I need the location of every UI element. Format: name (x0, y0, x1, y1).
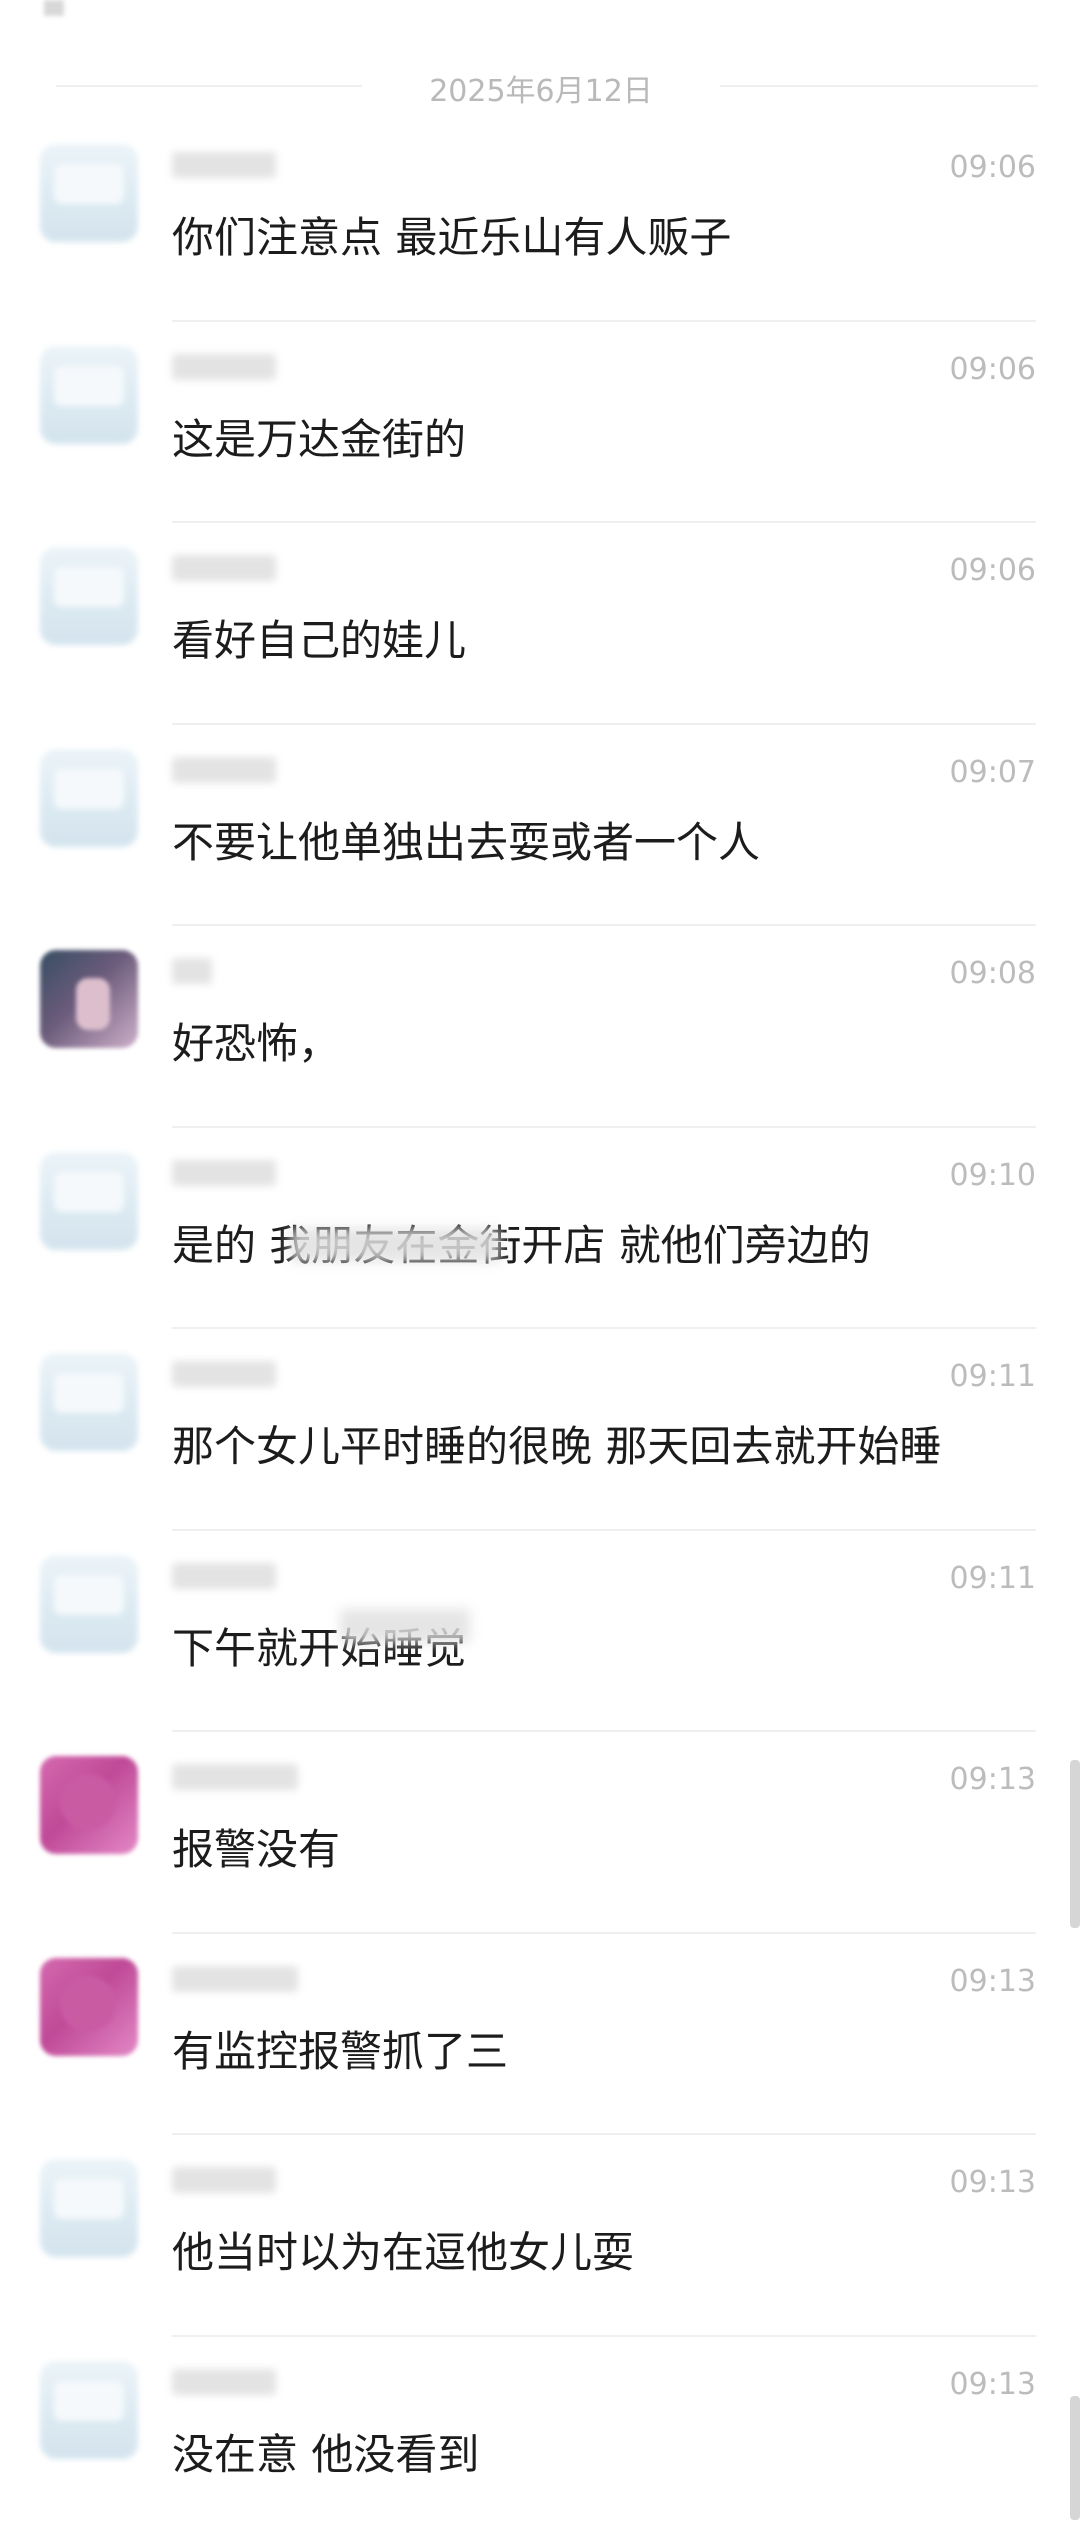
chat-message[interactable]: 09:13 报警没有 (0, 1732, 1080, 1934)
message-time: 09:13 (950, 2165, 1036, 2200)
message-text: 那个女儿平时睡的很晚 那天回去就开始睡 (172, 1413, 941, 1474)
scrollbar-thumb-bottom[interactable] (1070, 2396, 1080, 2520)
sender-name-redacted (172, 958, 212, 984)
sender-name-redacted (172, 152, 276, 178)
avatar[interactable] (40, 346, 138, 444)
chat-message[interactable]: 09:07 不要让他单独出去耍或者一个人 (0, 725, 1080, 927)
message-text: 有监控报警抓了三 (172, 2018, 508, 2079)
redaction-smudge (290, 1228, 500, 1262)
chat-message[interactable]: 09:06 看好自己的娃儿 (0, 523, 1080, 725)
chat-message[interactable]: 09:08 好恐怖， (0, 926, 1080, 1128)
sender-name-redacted (172, 354, 276, 380)
message-time: 09:13 (950, 1964, 1036, 1999)
sender-name-redacted (172, 2369, 276, 2395)
message-text: 报警没有 (172, 1816, 340, 1877)
redaction-smudge (340, 1609, 470, 1643)
avatar[interactable] (40, 1152, 138, 1250)
chat-message[interactable]: 09:11 下午就开始睡觉 (0, 1531, 1080, 1733)
avatar[interactable] (40, 1555, 138, 1653)
message-text: 好恐怖， (172, 1010, 340, 1071)
chat-message-list[interactable]: 09:06 你们注意点 最近乐山有人贩子 09:06 这是万达金街的 09:06… (0, 120, 1080, 2538)
avatar[interactable] (40, 1958, 138, 2056)
sender-name-redacted (172, 1361, 276, 1387)
message-text: 这是万达金街的 (172, 406, 466, 467)
message-time: 09:07 (950, 755, 1036, 790)
message-text: 不要让他单独出去耍或者一个人 (172, 809, 760, 870)
status-mark (44, 0, 64, 16)
avatar[interactable] (40, 547, 138, 645)
scrollbar-thumb[interactable] (1070, 1760, 1080, 1928)
chat-message[interactable]: 09:06 你们注意点 最近乐山有人贩子 (0, 120, 1080, 322)
avatar[interactable] (40, 749, 138, 847)
message-time: 09:13 (950, 2367, 1036, 2402)
avatar[interactable] (40, 1756, 138, 1854)
chat-message[interactable]: 09:13 没在意 他没看到 (0, 2337, 1080, 2538)
message-time: 09:08 (950, 956, 1036, 991)
message-text: 你们注意点 最近乐山有人贩子 (172, 204, 731, 265)
message-time: 09:06 (950, 553, 1036, 588)
date-divider-label: 2025年6月12日 (362, 66, 720, 110)
avatar[interactable] (40, 1353, 138, 1451)
avatar[interactable] (40, 2159, 138, 2257)
chat-message[interactable]: 09:11 那个女儿平时睡的很晚 那天回去就开始睡 (0, 1329, 1080, 1531)
sender-name-redacted (172, 1764, 298, 1790)
message-text: 他当时以为在逗他女儿耍 (172, 2219, 634, 2280)
sender-name-redacted (172, 1563, 276, 1589)
message-time: 09:11 (950, 1561, 1036, 1596)
date-divider: 2025年6月12日 (0, 60, 1080, 110)
sender-name-redacted (172, 757, 276, 783)
message-time: 09:06 (950, 352, 1036, 387)
chat-message[interactable]: 09:10 是的 我朋友在金街开店 就他们旁边的 (0, 1128, 1080, 1330)
message-text: 是的 我朋友在金街开店 就他们旁边的 (172, 1212, 871, 1273)
sender-name-redacted (172, 2167, 276, 2193)
avatar[interactable] (40, 2361, 138, 2459)
chat-message[interactable]: 09:13 他当时以为在逗他女儿耍 (0, 2135, 1080, 2337)
date-divider-line-left (56, 85, 362, 87)
message-time: 09:13 (950, 1762, 1036, 1797)
avatar[interactable] (40, 144, 138, 242)
sender-name-redacted (172, 1966, 298, 1992)
chat-message[interactable]: 09:06 这是万达金街的 (0, 322, 1080, 524)
avatar[interactable] (40, 950, 138, 1048)
date-divider-line-right (720, 85, 1038, 87)
message-text: 没在意 他没看到 (172, 2421, 479, 2482)
message-time: 09:06 (950, 150, 1036, 185)
message-text: 看好自己的娃儿 (172, 607, 466, 668)
message-time: 09:11 (950, 1359, 1036, 1394)
message-time: 09:10 (950, 1158, 1036, 1193)
chat-message[interactable]: 09:13 有监控报警抓了三 (0, 1934, 1080, 2136)
sender-name-redacted (172, 555, 276, 581)
sender-name-redacted (172, 1160, 276, 1186)
